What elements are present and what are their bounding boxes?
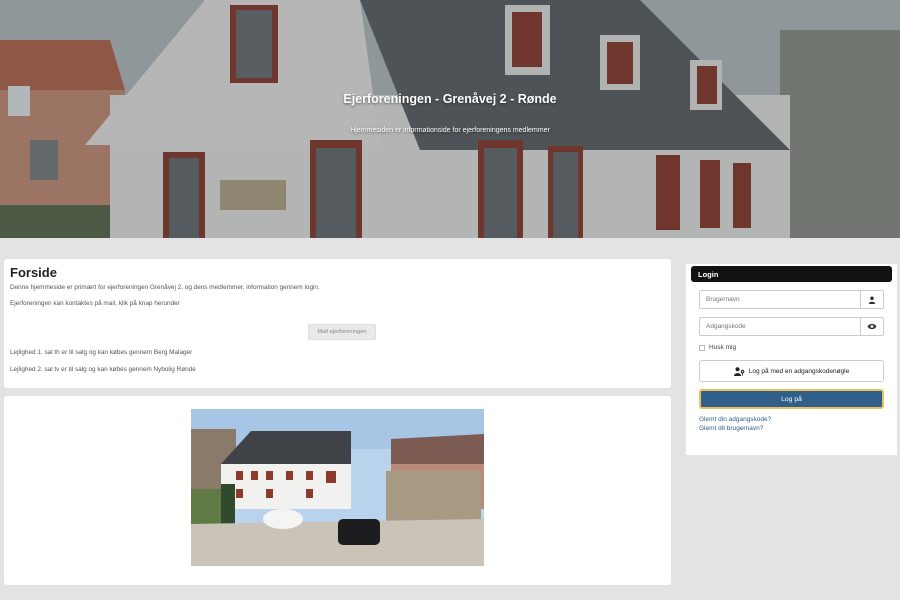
username-field — [699, 290, 884, 309]
hero-banner: Ejerforeningen - Grenåvej 2 - Rønde Hjem… — [0, 0, 900, 238]
login-panel: Login Husk mig Log på med en adgangskode… — [686, 264, 897, 455]
remember-label: Husk mig — [709, 344, 737, 351]
page-title: Forside — [10, 265, 57, 280]
intro-text: Denne hjemmeside er primært for ejerfore… — [10, 284, 320, 291]
passkey-login-button[interactable]: Log på med en adgangskodenøgle — [699, 360, 884, 382]
site-subtitle: Hjemmesiden er informationside for ejerf… — [350, 127, 550, 134]
forgot-username-link[interactable]: Glemt dit brugernavn? — [699, 425, 763, 432]
remember-checkbox[interactable] — [699, 344, 705, 351]
passkey-button-label: Log på med en adgangskodenøgle — [748, 367, 850, 375]
password-input[interactable] — [700, 318, 862, 335]
user-key-icon — [733, 366, 745, 376]
username-input[interactable] — [700, 291, 862, 308]
photo-card — [4, 396, 671, 585]
login-submit-button[interactable]: Log på — [699, 389, 884, 409]
property-photo — [191, 409, 484, 566]
contact-text: Ejerforeningen kan kontaktes på mail, kl… — [10, 300, 180, 307]
password-field — [699, 317, 884, 336]
site-title: Ejerforeningen - Grenåvej 2 - Rønde — [343, 92, 557, 106]
sale-notice-1: Lejlighed 1. sal th er til salg og kan k… — [10, 349, 193, 356]
content-card: Forside Denne hjemmeside er primært for … — [4, 259, 671, 388]
forgot-password-link[interactable]: Glemt din adgangskode? — [699, 416, 771, 423]
sale-notice-2: Lejlighed 2. sal tv er til salg og kan k… — [10, 366, 196, 373]
eye-icon[interactable] — [860, 318, 883, 335]
remember-me[interactable]: Husk mig — [699, 344, 736, 351]
mail-association-button[interactable]: Mail ejerforeningen — [308, 324, 376, 340]
login-title: Login — [691, 266, 892, 282]
hero-overlay — [0, 0, 900, 238]
user-icon — [860, 291, 883, 308]
